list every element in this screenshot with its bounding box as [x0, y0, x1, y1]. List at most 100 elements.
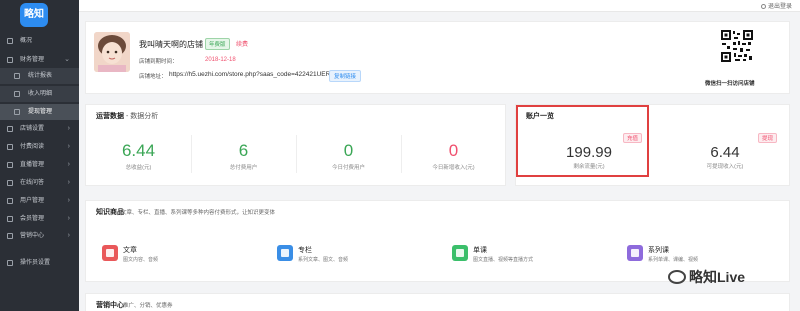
- marketing-subtitle: 推广、分销、优惠券: [123, 303, 173, 309]
- product-column[interactable]: 专栏 系列文章、图文、音频: [277, 245, 427, 267]
- marketing-title: 营销中心: [96, 302, 124, 309]
- product-desc: 系列文章、图文、音频: [298, 257, 349, 263]
- stat-label: 今日新增收入(元): [432, 165, 475, 171]
- product-name: 系列课: [648, 247, 669, 254]
- sidebar: 略知 概况 财务管理 ⌄ 统计报表 收入明细 提现管理 店铺设置 › 付费阅读 …: [0, 0, 79, 311]
- stat-label: 今日付费用户: [331, 165, 365, 171]
- live-icon: [7, 162, 13, 168]
- stat-today-paid-users: 0 今日付费用户: [296, 141, 401, 171]
- sidebar-item-label: 收入明细: [28, 91, 53, 97]
- store-icon: [7, 126, 13, 132]
- watermark: 略知Live: [668, 267, 745, 287]
- chevron-down-icon: ⌄: [64, 56, 70, 63]
- stat-label: 总收益(元): [125, 165, 152, 171]
- sidebar-item-label: 营销中心: [20, 233, 45, 239]
- sidebar-item-label: 店铺设置: [20, 126, 45, 132]
- sidebar-item-label: 在线问答: [20, 180, 45, 186]
- income-icon: [14, 91, 20, 97]
- product-name: 文章: [123, 247, 137, 254]
- withdrawable-label: 可提现收入(元): [706, 164, 744, 170]
- chevron-right-icon: ›: [67, 215, 70, 222]
- store-url: https://h5.uezhi.com/store.php?saas_code…: [169, 71, 331, 78]
- chevron-right-icon: ›: [67, 143, 70, 150]
- qr-caption: 微信扫一扫访问店铺: [705, 81, 755, 87]
- logout-label: 退出登录: [767, 4, 792, 10]
- knowledge-subtitle: 文章、专栏、直播、系列课等多种内容付费形式，让知识更变体: [121, 210, 276, 216]
- product-name: 专栏: [298, 247, 312, 254]
- chevron-right-icon: ›: [67, 179, 70, 186]
- store-avatar: [94, 32, 130, 72]
- book-icon: [7, 144, 13, 150]
- store-name: 我叫晴天啊的店铺: [139, 40, 203, 49]
- sidebar-item-label: 用户管理: [20, 198, 45, 204]
- ops-title: 运营数据 - 数据分析: [96, 111, 158, 121]
- watermark-text: 略知Live: [689, 269, 746, 285]
- series-icon: [627, 245, 643, 261]
- product-article[interactable]: 文章 图文内容、音频: [102, 245, 252, 267]
- ops-subtitle: - 数据分析: [125, 113, 159, 120]
- home-icon: [7, 38, 13, 44]
- sidebar-item-members[interactable]: 会员管理 ›: [0, 211, 79, 227]
- stat-value: 0: [448, 141, 459, 160]
- article-icon: [102, 245, 118, 261]
- sidebar-item-label: 财务管理: [20, 57, 45, 63]
- sidebar-item-income-detail[interactable]: 收入明细: [0, 86, 79, 102]
- stat-value: 6.44: [121, 141, 156, 160]
- knowledge-title: 知识商品: [96, 209, 124, 216]
- copy-link-button[interactable]: 复制链接: [329, 70, 362, 82]
- stat-value: 0: [343, 141, 354, 160]
- sidebar-item-label: 统计报表: [28, 73, 53, 79]
- settings-icon: [7, 260, 13, 266]
- withdraw-button[interactable]: 提现: [758, 133, 778, 143]
- wechat-icon: [668, 270, 686, 284]
- marketing-card: 营销中心 推广、分销、优惠券: [85, 293, 790, 311]
- store-url-label: 店铺地址：: [139, 74, 167, 80]
- product-single-course[interactable]: 单课 图文直播、视频等直播方式: [452, 245, 602, 267]
- question-icon: [7, 180, 13, 186]
- user-icon: [7, 198, 13, 204]
- sidebar-item-live[interactable]: 直播管理 ›: [0, 157, 79, 173]
- marketing-icon: [7, 233, 13, 239]
- stat-today-new-income: 0 今日新增收入(元): [401, 141, 506, 171]
- sidebar-item-paid-reading[interactable]: 付费阅读 ›: [0, 139, 79, 155]
- chevron-right-icon: ›: [67, 197, 70, 204]
- ops-title-text: 运营数据: [96, 113, 124, 120]
- finance-icon: [7, 57, 13, 63]
- sidebar-item-marketing[interactable]: 营销中心 ›: [0, 228, 79, 244]
- stat-total-paid-users: 6 总付费用户: [191, 141, 296, 171]
- sidebar-item-operators[interactable]: 操作员设置: [0, 255, 79, 271]
- app-logo[interactable]: 略知: [20, 3, 48, 27]
- sidebar-item-label: 操作员设置: [20, 260, 51, 266]
- sidebar-item-stats-report[interactable]: 统计报表: [0, 68, 79, 84]
- chevron-right-icon: ›: [67, 232, 70, 239]
- sidebar-item-qa[interactable]: 在线问答 ›: [0, 175, 79, 191]
- withdrawable-stat: 6.44 可提现收入(元): [670, 144, 780, 170]
- expire-date: 2018-12-18: [205, 57, 236, 63]
- sidebar-item-label: 概况: [20, 38, 33, 44]
- stat-label: 总付费用户: [229, 165, 258, 171]
- chevron-right-icon: ›: [67, 161, 70, 168]
- sidebar-item-label: 直播管理: [20, 162, 45, 168]
- withdrawable-value: 6.44: [710, 144, 740, 161]
- sidebar-item-finance[interactable]: 财务管理 ⌄: [0, 52, 79, 68]
- sidebar-item-label: 会员管理: [20, 216, 45, 222]
- expire-label: 店铺到期时间：: [139, 59, 178, 65]
- member-icon: [7, 216, 13, 222]
- sidebar-item-withdraw[interactable]: 提现管理: [0, 104, 79, 120]
- product-series-course[interactable]: 系列课 系列单课、课编、视频: [627, 245, 777, 267]
- product-desc: 系列单课、课编、视频: [648, 257, 699, 263]
- store-qr-code: [720, 29, 754, 63]
- top-bar: 退出登录: [79, 0, 800, 12]
- report-icon: [14, 73, 20, 79]
- sidebar-item-label: 提现管理: [28, 109, 53, 115]
- column-icon: [277, 245, 293, 261]
- sidebar-item-users[interactable]: 用户管理 ›: [0, 193, 79, 209]
- sidebar-item-store-settings[interactable]: 店铺设置 ›: [0, 121, 79, 137]
- sidebar-item-overview[interactable]: 概况: [0, 33, 79, 49]
- sidebar-item-label: 付费阅读: [20, 144, 45, 150]
- logout-button[interactable]: 退出登录: [760, 1, 792, 10]
- withdraw-icon: [14, 109, 20, 115]
- chevron-right-icon: ›: [67, 125, 70, 132]
- product-desc: 图文内容、音频: [123, 257, 159, 263]
- renew-link[interactable]: 续费: [236, 39, 248, 48]
